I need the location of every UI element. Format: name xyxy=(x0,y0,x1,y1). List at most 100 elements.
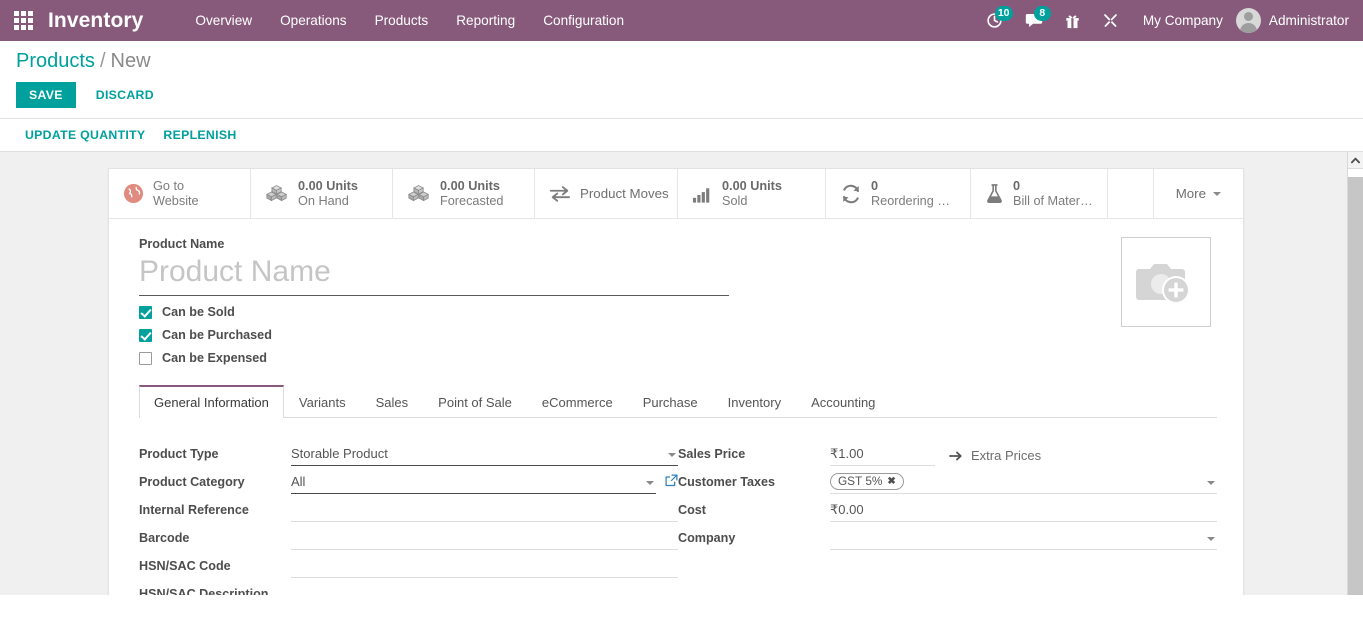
app-brand-title[interactable]: Inventory xyxy=(48,9,143,33)
hsn-sac-description-input[interactable] xyxy=(291,583,678,595)
chevron-down-icon xyxy=(646,481,654,485)
field-label: Company xyxy=(678,531,830,550)
stat-button-sold[interactable]: 0.00 Units Sold xyxy=(678,169,826,218)
company-select[interactable] xyxy=(830,527,1217,550)
more-stat-buttons-dropdown[interactable]: More xyxy=(1153,169,1243,218)
messages-menu[interactable]: 8 xyxy=(1014,0,1054,41)
globe-icon xyxy=(123,183,144,204)
tab-purchase[interactable]: Purchase xyxy=(628,385,713,418)
stat-label-product-moves: Product Moves xyxy=(580,186,663,201)
field-label: Internal Reference xyxy=(139,503,291,522)
stat-label: On Hand xyxy=(298,194,358,209)
checkbox-row-can-be-expensed[interactable]: Can be Expensed xyxy=(139,351,1217,365)
tab-variants[interactable]: Variants xyxy=(284,385,361,418)
breadcrumb-current: New xyxy=(111,50,151,72)
stat-value: 0.00 Units xyxy=(440,179,503,194)
checkbox-row-can-be-purchased[interactable]: Can be Purchased xyxy=(139,328,1217,342)
general-information-fields: Product Type Storable Product Product Ca… xyxy=(139,418,1217,595)
more-label: More xyxy=(1176,186,1206,201)
product-name-label: Product Name xyxy=(139,237,1217,251)
stat-value: 0.00 Units xyxy=(722,179,782,194)
external-link-icon[interactable] xyxy=(665,474,678,494)
stat-label-sold: 0.00 Units Sold xyxy=(722,179,782,209)
breadcrumb-separator: / xyxy=(95,50,111,72)
product-category-select[interactable]: All xyxy=(291,471,656,494)
stat-button-reordering-rules[interactable]: 0 Reordering R... xyxy=(826,169,971,218)
field-company: Company xyxy=(678,522,1217,550)
field-value: All xyxy=(291,473,305,491)
activities-menu[interactable]: 10 xyxy=(975,0,1014,41)
menu-item-configuration[interactable]: Configuration xyxy=(529,0,638,41)
fields-left-column: Product Type Storable Product Product Ca… xyxy=(139,438,678,595)
tab-ecommerce[interactable]: eCommerce xyxy=(527,385,628,418)
boxes-icon xyxy=(407,183,431,204)
stat-button-bar: Go to Website xyxy=(109,169,1243,219)
can-be-sold-checkbox[interactable] xyxy=(139,306,152,319)
stat-button-on-hand[interactable]: 0.00 Units On Hand xyxy=(251,169,393,218)
tab-point-of-sale[interactable]: Point of Sale xyxy=(423,385,527,418)
field-product-type: Product Type Storable Product xyxy=(139,438,678,466)
avatar xyxy=(1236,8,1261,33)
bar-chart-icon xyxy=(692,184,713,204)
barcode-input[interactable] xyxy=(291,527,678,550)
company-switcher[interactable]: My Company xyxy=(1130,13,1236,28)
product-form-sheet: Go to Website xyxy=(108,168,1244,595)
field-sales-price: Sales Price ₹1.00 Extra Prices xyxy=(678,438,1217,466)
menu-item-overview[interactable]: Overview xyxy=(181,0,266,41)
gift-menu[interactable] xyxy=(1054,0,1091,41)
scroll-up-button[interactable] xyxy=(1348,152,1363,169)
menu-item-reporting[interactable]: Reporting xyxy=(442,0,529,41)
menu-item-products[interactable]: Products xyxy=(361,0,443,41)
refresh-icon xyxy=(840,184,862,204)
apps-grid-icon[interactable] xyxy=(0,0,46,41)
save-button[interactable]: SAVE xyxy=(16,82,76,108)
checkbox-row-can-be-sold[interactable]: Can be Sold xyxy=(139,305,1217,319)
customer-taxes-select[interactable]: GST 5% ✖ xyxy=(830,471,1217,494)
form-body: Product Name Can be Sold Can be Purchase… xyxy=(109,219,1243,595)
stat-button-forecasted[interactable]: 0.00 Units Forecasted xyxy=(393,169,535,218)
can-be-expensed-checkbox[interactable] xyxy=(139,352,152,365)
close-icon[interactable]: ✖ xyxy=(887,474,895,489)
stat-value: 0 xyxy=(871,179,956,194)
tools-menu[interactable] xyxy=(1091,0,1130,41)
stat-button-go-to-website[interactable]: Go to Website xyxy=(109,169,251,218)
control-panel: Products/New SAVE DISCARD xyxy=(0,41,1363,119)
breadcrumb-products[interactable]: Products xyxy=(16,50,95,72)
record-buttons: SAVE DISCARD xyxy=(16,75,1347,118)
top-navbar: Inventory Overview Operations Products R… xyxy=(0,0,1363,41)
stat-button-product-moves[interactable]: Product Moves xyxy=(535,169,678,218)
scrollbar-track[interactable] xyxy=(1347,152,1363,595)
hsn-sac-code-input[interactable] xyxy=(291,555,678,578)
scrollbar-thumb[interactable] xyxy=(1348,169,1363,177)
can-be-purchased-checkbox[interactable] xyxy=(139,329,152,342)
tab-sales[interactable]: Sales xyxy=(361,385,424,418)
stat-line-2: Website xyxy=(153,194,199,209)
content-scrollbar[interactable] xyxy=(1347,152,1363,595)
flask-icon xyxy=(985,183,1004,204)
replenish-button[interactable]: REPLENISH xyxy=(154,125,245,145)
field-label: HSN/SAC Description xyxy=(139,587,291,595)
activities-badge: 10 xyxy=(995,6,1013,21)
tab-accounting[interactable]: Accounting xyxy=(796,385,890,418)
gift-box-icon xyxy=(1065,13,1080,29)
stat-label-reordering-rules: 0 Reordering R... xyxy=(871,179,956,209)
stat-button-bill-of-materials[interactable]: 0 Bill of Materi... xyxy=(971,169,1108,218)
tag-gst-5[interactable]: GST 5% ✖ xyxy=(830,473,904,490)
camera-add-icon xyxy=(1135,255,1197,309)
product-type-select[interactable]: Storable Product xyxy=(291,443,678,466)
cost-input[interactable]: ₹0.00 xyxy=(830,499,1217,522)
internal-reference-input[interactable] xyxy=(291,499,678,522)
menu-item-operations[interactable]: Operations xyxy=(266,0,361,41)
tab-inventory[interactable]: Inventory xyxy=(713,385,796,418)
extra-prices-link[interactable]: Extra Prices xyxy=(949,448,1041,466)
user-menu[interactable]: Administrator xyxy=(1236,8,1353,33)
sales-price-input[interactable]: ₹1.00 xyxy=(830,443,935,466)
update-quantity-button[interactable]: UPDATE QUANTITY xyxy=(16,125,154,145)
stat-value: 0 xyxy=(1013,179,1093,194)
product-image-upload[interactable] xyxy=(1121,237,1211,327)
discard-button[interactable]: DISCARD xyxy=(84,82,166,108)
breadcrumb: Products/New xyxy=(16,50,1347,75)
product-name-input[interactable] xyxy=(139,255,729,296)
tab-general-information[interactable]: General Information xyxy=(139,385,284,418)
field-cost: Cost ₹0.00 xyxy=(678,494,1217,522)
